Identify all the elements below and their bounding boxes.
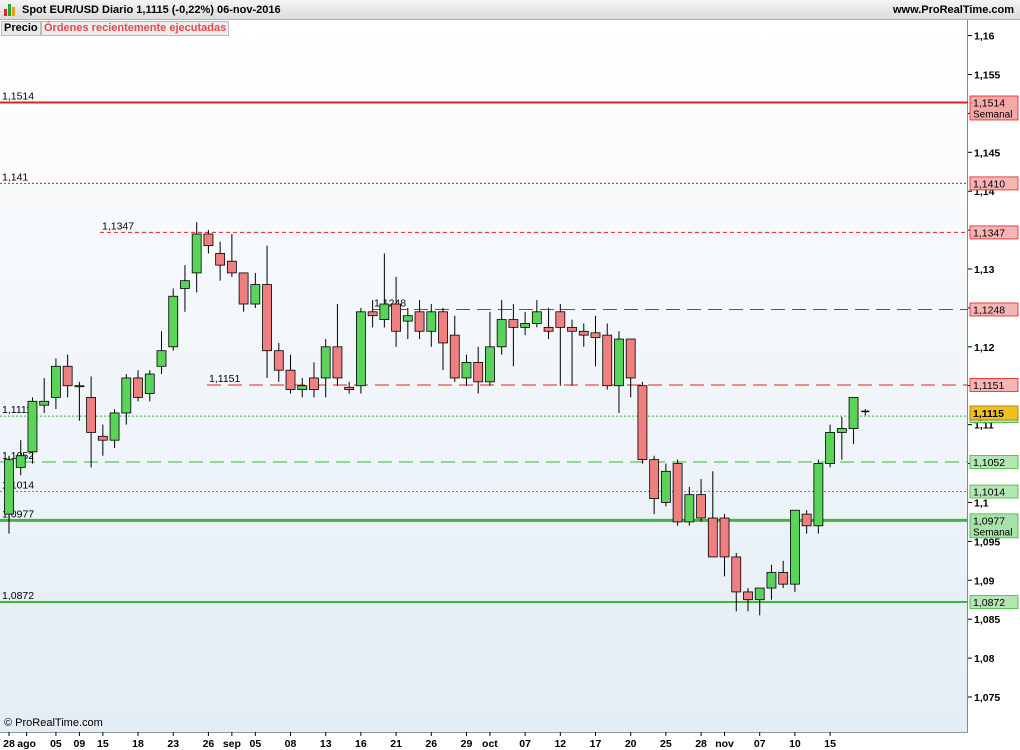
site-url[interactable]: www.ProRealTime.com xyxy=(893,4,1014,16)
chart-app-icon xyxy=(4,4,16,16)
footer-credit: © ProRealTime.com xyxy=(4,717,103,729)
chart-window: Spot EUR/USD Diario 1,1115 (-0,22%) 06-n… xyxy=(0,0,1020,750)
tab-price[interactable]: Precio xyxy=(1,21,41,36)
tab-recent-orders[interactable]: Órdenes recientemente ejecutadas xyxy=(41,21,230,36)
chart-title: Spot EUR/USD Diario 1,1115 (-0,22%) 06-n… xyxy=(22,4,281,16)
price-panel[interactable] xyxy=(0,20,968,732)
x-axis[interactable] xyxy=(0,732,968,750)
y-axis[interactable] xyxy=(968,20,1020,750)
title-bar: Spot EUR/USD Diario 1,1115 (-0,22%) 06-n… xyxy=(0,0,1020,20)
